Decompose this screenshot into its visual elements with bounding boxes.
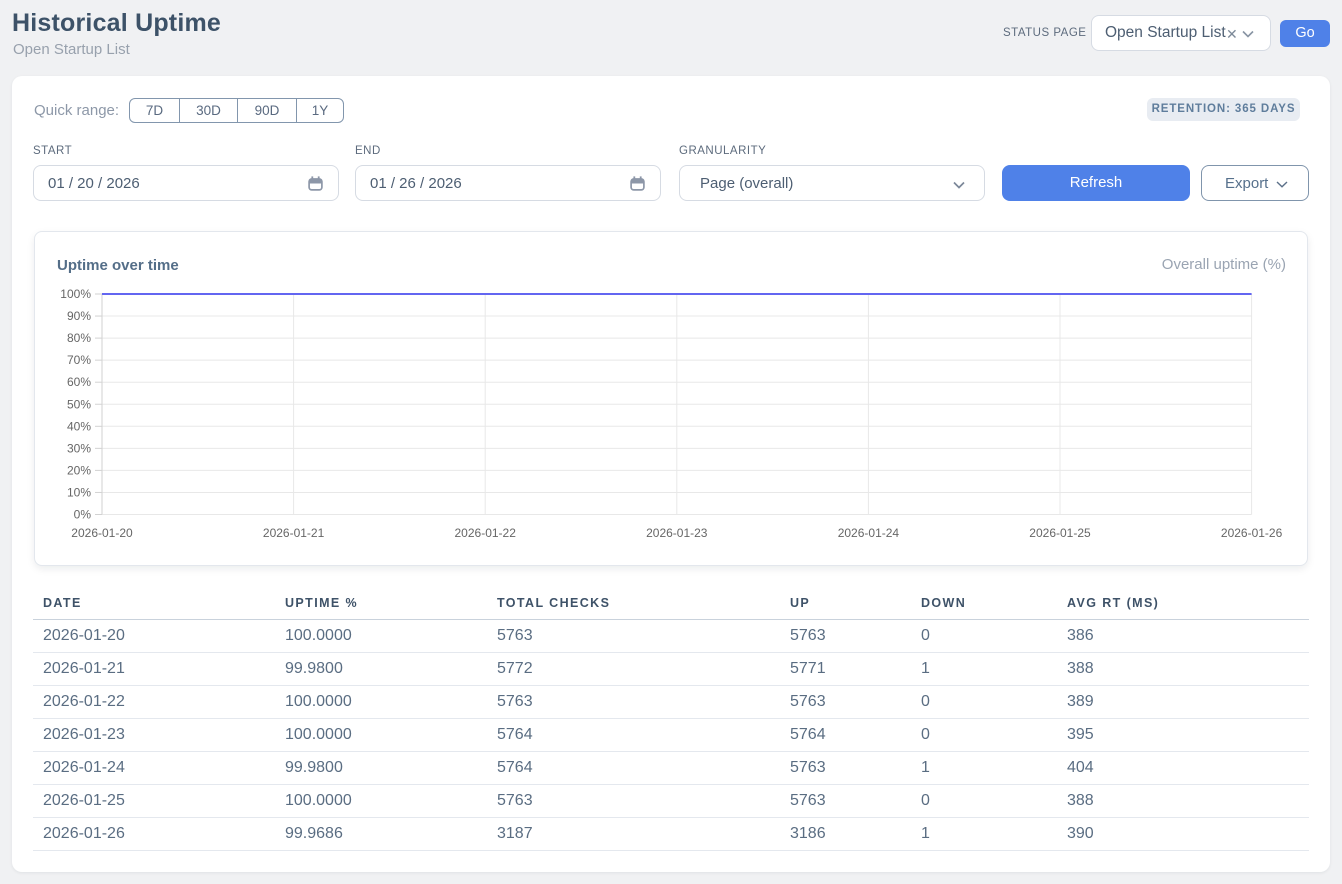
svg-text:2026-01-23: 2026-01-23: [646, 526, 708, 540]
svg-text:2026-01-26: 2026-01-26: [1221, 526, 1283, 540]
svg-text:2026-01-21: 2026-01-21: [263, 526, 325, 540]
svg-text:30%: 30%: [67, 441, 91, 455]
svg-text:50%: 50%: [67, 397, 91, 411]
svg-text:2026-01-22: 2026-01-22: [455, 526, 517, 540]
svg-text:2026-01-25: 2026-01-25: [1029, 526, 1091, 540]
svg-text:10%: 10%: [67, 485, 91, 499]
svg-text:90%: 90%: [67, 309, 91, 323]
svg-text:0%: 0%: [74, 508, 92, 522]
svg-text:Overall uptime (%): Overall uptime (%): [1162, 256, 1286, 273]
svg-text:40%: 40%: [67, 419, 91, 433]
svg-text:20%: 20%: [67, 463, 91, 477]
svg-text:70%: 70%: [67, 353, 91, 367]
svg-text:60%: 60%: [67, 375, 91, 389]
svg-text:Uptime over time: Uptime over time: [57, 257, 179, 274]
svg-text:80%: 80%: [67, 331, 91, 345]
svg-text:100%: 100%: [60, 287, 91, 301]
svg-text:2026-01-24: 2026-01-24: [838, 526, 900, 540]
svg-text:2026-01-20: 2026-01-20: [71, 526, 133, 540]
